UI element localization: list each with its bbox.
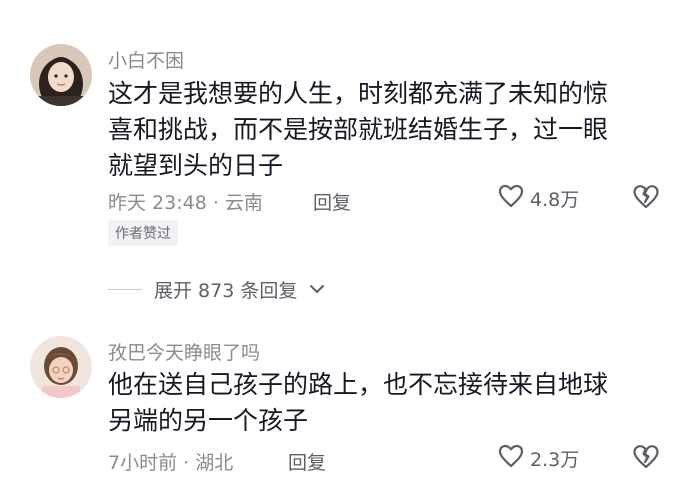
like-count: 4.8万 (530, 188, 580, 211)
heart-outline-icon (498, 444, 524, 472)
divider (108, 289, 142, 290)
comment-username[interactable]: 小白不困 (108, 46, 184, 73)
broken-heart-icon (632, 445, 660, 474)
reply-button[interactable]: 回复 (313, 188, 351, 215)
comment-text-line: 喜和挑战，而不是按部就班结婚生子，过一眼 (108, 115, 609, 144)
comment-text-line: 另端的另一个孩子 (108, 406, 309, 435)
comment-meta: 昨天 23:48 · 云南 (108, 192, 263, 214)
like-button[interactable]: 2.3万 (498, 444, 579, 472)
heart-outline-icon (498, 184, 524, 212)
comment-username[interactable]: 孜巴今天睁眼了吗 (108, 338, 260, 365)
avatar[interactable] (30, 336, 92, 398)
reply-button[interactable]: 回复 (288, 448, 326, 475)
expand-replies-button[interactable]: 展开 873 条回复 (108, 276, 325, 303)
comment-text-line: 他在送自己孩子的路上，也不忘接待来自地球 (108, 370, 609, 399)
comment-text: 他在送自己孩子的路上，也不忘接待来自地球 另端的另一个孩子 (108, 367, 668, 439)
avatar[interactable] (30, 44, 92, 106)
author-liked-badge: 作者赞过 (108, 220, 178, 246)
comment-text-line: 就望到头的日子 (108, 151, 284, 180)
comment-text: 这才是我想要的人生，时刻都充满了未知的惊 喜和挑战，而不是按部就班结婚生子，过一… (108, 76, 668, 184)
expand-replies-label: 展开 873 条回复 (154, 280, 298, 302)
comment-text-line: 这才是我想要的人生，时刻都充满了未知的惊 (108, 79, 609, 108)
dislike-button[interactable] (632, 184, 660, 214)
comment-meta: 7小时前 · 湖北 (108, 452, 234, 474)
like-button[interactable]: 4.8万 (498, 184, 579, 212)
broken-heart-icon (632, 185, 660, 214)
dislike-button[interactable] (632, 444, 660, 474)
like-count: 2.3万 (530, 448, 580, 471)
chevron-down-icon (309, 280, 325, 299)
